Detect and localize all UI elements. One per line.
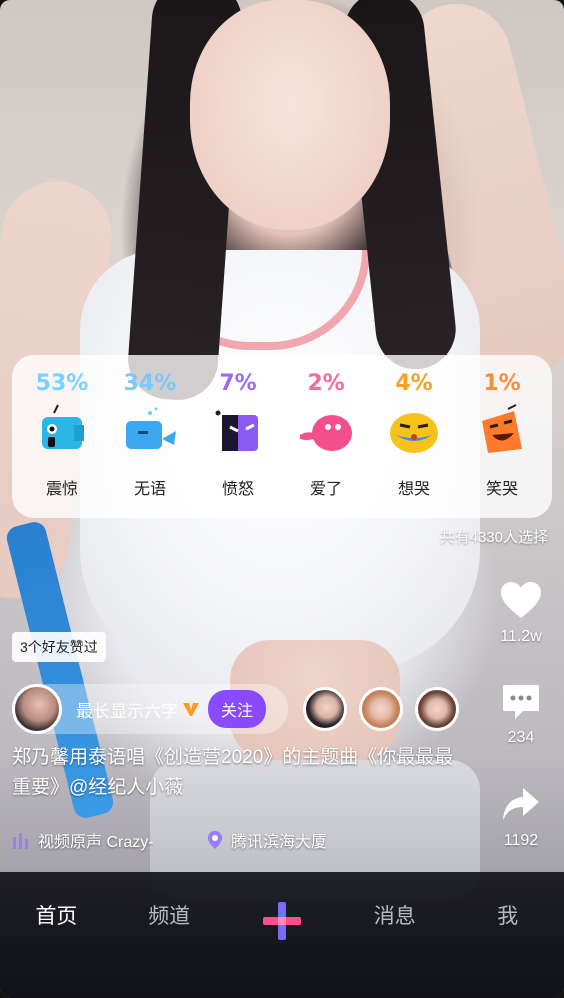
music-location-row: 视频原声 Crazy- 腾讯滨海大厦	[12, 828, 472, 852]
friend-avatar[interactable]	[359, 687, 403, 731]
sound-bars-icon	[13, 833, 28, 849]
follow-button[interactable]: 关注	[208, 690, 267, 728]
share-arrow-icon[interactable]	[501, 786, 541, 824]
friend-avatar[interactable]	[415, 687, 459, 731]
poll-option-shocked[interactable]: 53% 震惊	[22, 369, 102, 499]
location-pin-icon	[208, 831, 222, 849]
tab-messages[interactable]: 消息	[350, 900, 440, 930]
author-avatar[interactable]	[12, 684, 62, 734]
poll-option-love[interactable]: 2% 爱了	[286, 369, 366, 499]
video-feed-screen[interactable]: 53% 震惊 34% 无语 7% 愤怒 2% 爱了 4% 想哭 1% 笑哭 共有…	[0, 0, 564, 998]
angry-emoji-icon	[215, 410, 258, 451]
poll-option-speechless[interactable]: 34% 无语	[110, 369, 190, 499]
tab-home[interactable]: 首页	[11, 900, 101, 930]
poll-label: 笑哭	[485, 481, 518, 498]
poll-total-count: 共有4330人选择	[439, 529, 548, 546]
poll-option-angry[interactable]: 7% 愤怒	[198, 369, 278, 499]
heart-icon[interactable]	[499, 580, 543, 620]
reaction-poll-card: 53% 震惊 34% 无语 7% 愤怒 2% 爱了 4% 想哭 1% 笑哭	[12, 355, 552, 518]
poll-option-crying[interactable]: 4% 想哭	[374, 369, 454, 499]
poll-percent: 2%	[307, 371, 345, 396]
comment-count: 234	[507, 729, 535, 746]
location-name: 腾讯滨海大厦	[231, 834, 328, 851]
poll-option-laugh-cry[interactable]: 1% 笑哭	[462, 369, 542, 499]
poll-label: 愤怒	[221, 481, 254, 498]
video-caption[interactable]: 郑乃馨用泰语唱《创造营2020》的主题曲《你最最最重要》@经纪人小薇	[12, 743, 472, 803]
poll-label: 震惊	[45, 481, 78, 498]
create-button[interactable]	[237, 900, 327, 942]
bottom-tab-bar: 首页 频道 消息 我	[0, 872, 564, 998]
share-count: 1192	[503, 832, 539, 849]
poll-percent: 1%	[483, 371, 521, 396]
speechless-emoji-icon	[126, 407, 176, 449]
music-tag[interactable]: 视频原声 Crazy-	[12, 828, 207, 852]
verified-v-icon	[183, 703, 199, 716]
poll-label: 无语	[133, 481, 166, 498]
laugh-cry-emoji-icon	[482, 404, 522, 453]
poll-label: 爱了	[309, 481, 342, 498]
poll-percent: 53%	[35, 371, 89, 396]
like-count: 11.2w	[500, 628, 542, 645]
friends-liked-tag[interactable]: 3个好友赞过	[12, 632, 106, 662]
love-emoji-icon	[300, 415, 352, 451]
poll-percent: 4%	[395, 371, 433, 396]
shocked-emoji-icon	[42, 404, 84, 449]
crying-emoji-icon	[390, 413, 438, 453]
plus-icon[interactable]	[261, 900, 303, 942]
author-name[interactable]: 最长显示六字	[76, 697, 178, 722]
tab-channel[interactable]: 频道	[124, 900, 214, 930]
music-name: 视频原声 Crazy-	[38, 834, 154, 851]
poll-percent: 7%	[219, 371, 257, 396]
comment-icon[interactable]	[501, 683, 541, 721]
author-row[interactable]: 最长显示六字 关注	[12, 684, 288, 734]
share-action[interactable]: 1192	[496, 786, 546, 850]
friend-avatar-list	[303, 687, 471, 731]
tab-me[interactable]: 我	[463, 900, 553, 930]
comment-action[interactable]: 234	[496, 683, 546, 747]
location-tag[interactable]: 腾讯滨海大厦	[207, 828, 327, 852]
poll-label: 想哭	[397, 481, 430, 498]
friend-avatar[interactable]	[303, 687, 347, 731]
like-action[interactable]: 11.2w	[496, 580, 546, 646]
poll-percent: 34%	[123, 371, 177, 396]
